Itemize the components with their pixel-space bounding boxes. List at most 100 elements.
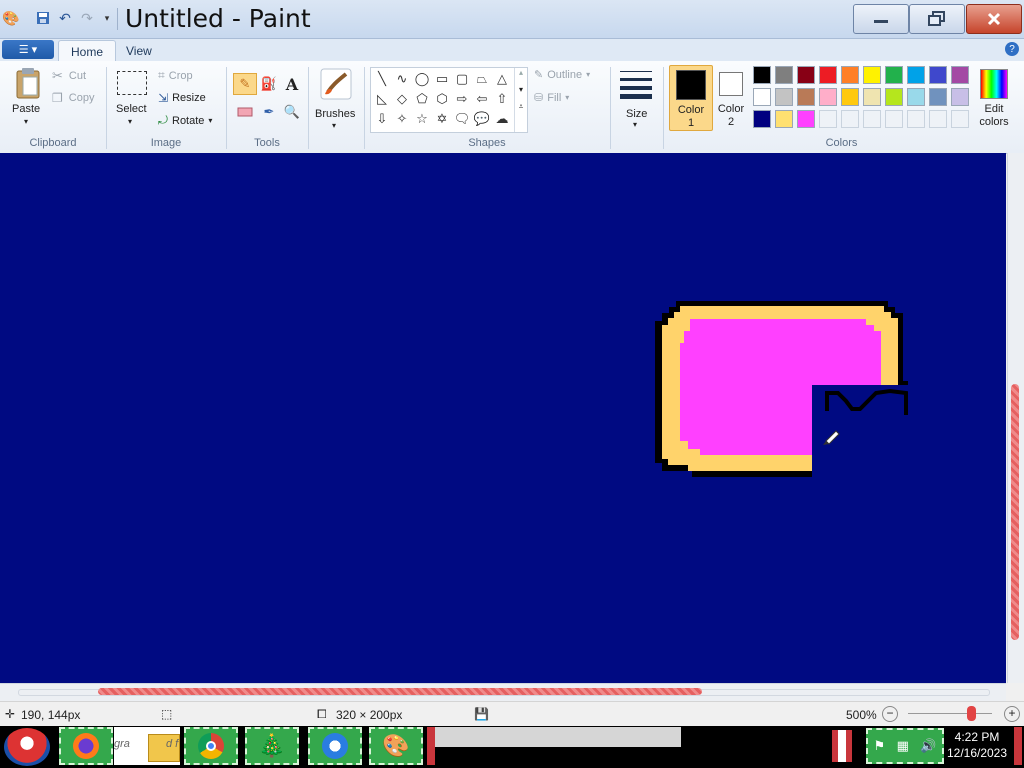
six-point-star-shape[interactable]: ✡ bbox=[433, 110, 451, 128]
triangle-shape[interactable]: △ bbox=[493, 70, 511, 88]
quick-access-dropdown-icon[interactable]: ▾ bbox=[98, 9, 116, 27]
palette-empty-slot[interactable] bbox=[819, 110, 837, 128]
palette-swatch[interactable] bbox=[753, 66, 771, 84]
rounded-rectangle-shape[interactable]: ▢ bbox=[453, 70, 471, 88]
close-button[interactable] bbox=[966, 4, 1022, 34]
palette-swatch[interactable] bbox=[951, 88, 969, 106]
taskbar-paint[interactable]: 🎨 bbox=[369, 727, 423, 765]
crop-button[interactable]: ⌗ Crop bbox=[158, 68, 193, 83]
pentagon-shape[interactable]: ⬠ bbox=[413, 90, 431, 108]
palette-swatch[interactable] bbox=[797, 88, 815, 106]
palette-swatch[interactable] bbox=[753, 110, 771, 128]
drawing-canvas[interactable] bbox=[0, 153, 1006, 683]
palette-swatch[interactable] bbox=[929, 88, 947, 106]
palette-swatch[interactable] bbox=[885, 88, 903, 106]
palette-empty-slot[interactable] bbox=[863, 110, 881, 128]
palette-empty-slot[interactable] bbox=[841, 110, 859, 128]
palette-swatch[interactable] bbox=[819, 88, 837, 106]
palette-swatch[interactable] bbox=[775, 66, 793, 84]
start-button[interactable] bbox=[4, 728, 50, 766]
system-tray[interactable]: ⚑ ▦ 🔊 bbox=[866, 728, 944, 764]
brushes-button[interactable]: Brushes ▾ bbox=[313, 65, 359, 130]
palette-empty-slot[interactable] bbox=[929, 110, 947, 128]
tab-view[interactable]: View bbox=[114, 40, 164, 61]
palette-swatch[interactable] bbox=[775, 110, 793, 128]
vertical-scroll-thumb[interactable] bbox=[1011, 384, 1019, 640]
palette-swatch[interactable] bbox=[885, 66, 903, 84]
taskbar-firefox[interactable] bbox=[59, 727, 113, 765]
oval-callout-shape[interactable]: 💬 bbox=[473, 110, 491, 128]
hexagon-shape[interactable]: ⬡ bbox=[433, 90, 451, 108]
rectangle-shape[interactable]: ▭ bbox=[433, 70, 451, 88]
taskbar-thunderbird[interactable] bbox=[308, 727, 362, 765]
palette-swatch[interactable] bbox=[841, 66, 859, 84]
down-arrow-shape[interactable]: ⇩ bbox=[373, 110, 391, 128]
select-button[interactable]: Select ▾ bbox=[112, 65, 152, 127]
redo-icon[interactable]: ↷ bbox=[78, 9, 96, 27]
paste-button[interactable]: Paste ▾ bbox=[8, 65, 48, 127]
color1-button[interactable]: Color 1 bbox=[669, 65, 713, 131]
cloud-callout-shape[interactable]: ☁ bbox=[493, 110, 511, 128]
palette-swatch[interactable] bbox=[929, 66, 947, 84]
zoom-out-button[interactable]: − bbox=[882, 706, 898, 722]
color2-button[interactable]: Color 2 bbox=[713, 65, 751, 129]
palette-swatch[interactable] bbox=[797, 110, 815, 128]
right-arrow-shape[interactable]: ⇨ bbox=[453, 90, 471, 108]
palette-swatch[interactable] bbox=[775, 88, 793, 106]
oval-shape[interactable]: ◯ bbox=[413, 70, 431, 88]
tray-flag-icon[interactable] bbox=[832, 730, 852, 762]
text-tool[interactable]: A bbox=[280, 73, 304, 95]
curve-shape[interactable]: ∿ bbox=[393, 70, 411, 88]
save-icon[interactable] bbox=[34, 9, 52, 27]
palette-swatch[interactable] bbox=[907, 66, 925, 84]
palette-empty-slot[interactable] bbox=[951, 110, 969, 128]
rect-callout-shape[interactable]: 🗨 bbox=[453, 110, 471, 128]
edit-colors-button[interactable]: Edit colors bbox=[976, 65, 1012, 129]
palette-swatch[interactable] bbox=[863, 88, 881, 106]
palette-swatch[interactable] bbox=[753, 88, 771, 106]
taskbar-christmas-tree[interactable]: 🎄 bbox=[245, 727, 299, 765]
polygon-shape[interactable]: ⏢ bbox=[473, 70, 491, 88]
paint-app-icon[interactable]: 🎨 bbox=[2, 9, 20, 27]
diamond-shape[interactable]: ◇ bbox=[393, 90, 411, 108]
rotate-button[interactable]: ⤾ Rotate ▾ bbox=[158, 113, 212, 128]
pencil-tool[interactable]: ✎ bbox=[233, 73, 257, 95]
palette-empty-slot[interactable] bbox=[907, 110, 925, 128]
copy-button[interactable]: ❐ Copy bbox=[52, 91, 94, 105]
restore-button[interactable] bbox=[909, 4, 965, 34]
fill-button[interactable]: ⛁ Fill ▾ bbox=[534, 91, 569, 105]
undo-icon[interactable]: ↶ bbox=[56, 9, 74, 27]
up-arrow-shape[interactable]: ⇧ bbox=[493, 90, 511, 108]
clock-time[interactable]: 4:22 PM bbox=[946, 730, 1008, 744]
palette-swatch[interactable] bbox=[907, 88, 925, 106]
palette-swatch[interactable] bbox=[841, 88, 859, 106]
color-picker-tool[interactable]: ✒ bbox=[257, 101, 281, 123]
horizontal-scroll-thumb[interactable] bbox=[98, 688, 702, 695]
eraser-tool[interactable] bbox=[233, 101, 257, 123]
taskbar-file-explorer[interactable]: gra d f bbox=[114, 727, 180, 765]
resize-button[interactable]: ⇲ Resize bbox=[158, 91, 206, 105]
zoom-slider-thumb[interactable] bbox=[967, 706, 976, 721]
palette-swatch[interactable] bbox=[863, 66, 881, 84]
palette-swatch[interactable] bbox=[819, 66, 837, 84]
clock-date[interactable]: 12/16/2023 bbox=[944, 746, 1010, 760]
taskbar-chrome[interactable] bbox=[184, 727, 238, 765]
zoom-in-button[interactable]: + bbox=[1004, 706, 1020, 722]
left-arrow-shape[interactable]: ⇦ bbox=[473, 90, 491, 108]
palette-swatch[interactable] bbox=[951, 66, 969, 84]
palette-swatch[interactable] bbox=[797, 66, 815, 84]
fill-tool[interactable]: ⛽ bbox=[257, 73, 281, 95]
right-triangle-shape[interactable]: ◺ bbox=[373, 90, 391, 108]
help-icon[interactable]: ? bbox=[1005, 42, 1019, 56]
four-point-star-shape[interactable]: ✧ bbox=[393, 110, 411, 128]
outline-button[interactable]: ✎ Outline ▾ bbox=[534, 68, 590, 82]
tab-home[interactable]: Home bbox=[58, 40, 117, 62]
file-menu-button[interactable]: ☰ ▾ bbox=[2, 40, 54, 59]
show-desktop-button[interactable] bbox=[1014, 727, 1022, 765]
size-button[interactable]: Size ▾ bbox=[616, 65, 656, 129]
line-shape[interactable]: ╲ bbox=[373, 70, 391, 88]
palette-empty-slot[interactable] bbox=[885, 110, 903, 128]
shapes-scroll[interactable]: ▴ ▾ ⩡ bbox=[514, 68, 527, 132]
minimize-button[interactable] bbox=[853, 4, 909, 34]
five-point-star-shape[interactable]: ☆ bbox=[413, 110, 431, 128]
